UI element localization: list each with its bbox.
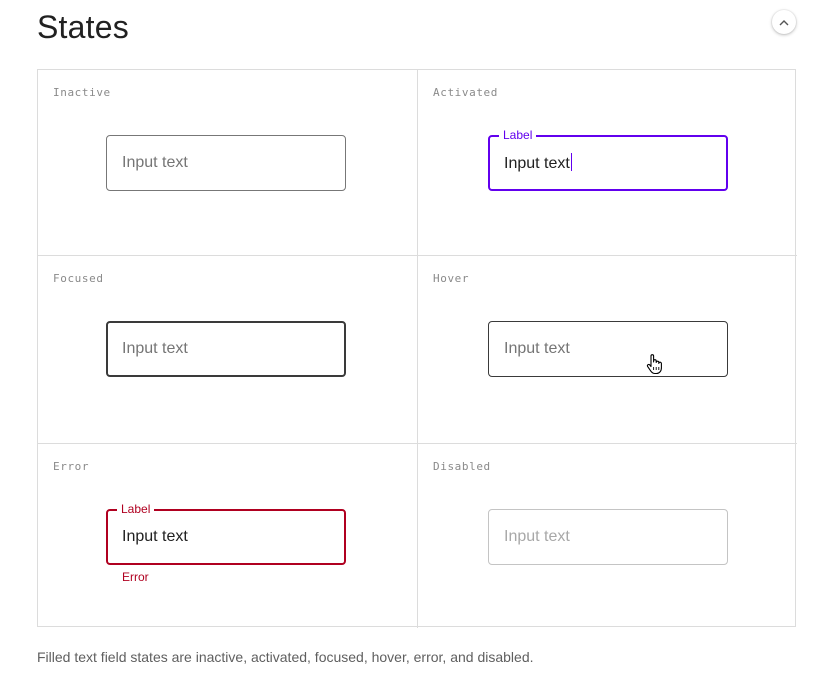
text-field-focused[interactable]: Input text [106,321,346,377]
hand-pointer-icon [646,354,662,375]
state-label: Disabled [433,460,491,473]
chevron-up-icon [779,19,789,25]
text-field-disabled: Input text [488,509,728,565]
figure-caption: Filled text field states are inactive, a… [37,649,534,665]
section-title: States [37,9,129,45]
text-field-hover[interactable]: Input text [488,321,728,377]
field-value: Input text [504,155,570,172]
field-value-wrapper: Input text [504,153,572,174]
state-label: Activated [433,86,499,99]
state-cell-activated: Activated Label Input text [418,70,797,256]
state-label: Inactive [53,86,111,99]
error-helper-text: Error [122,570,149,584]
states-grid: Inactive Input text Activated Label Inpu… [37,69,797,628]
field-value: Input text [122,528,188,545]
text-field-inactive[interactable]: Input text [106,135,346,191]
field-value: Input text [122,340,188,357]
state-label: Focused [53,272,104,285]
state-cell-hover: Hover Input text [418,256,797,444]
state-cell-error: Error Label Input text Error [38,444,418,628]
field-label: Label [499,127,537,143]
field-value: Input text [122,154,188,171]
field-value: Input text [504,528,570,545]
state-cell-inactive: Inactive Input text [38,70,418,256]
state-label: Hover [433,272,470,285]
field-value: Input text [504,340,570,357]
state-cell-disabled: Disabled Input text [418,444,797,628]
state-label: Error [53,460,90,473]
text-field-activated[interactable]: Label Input text [488,127,728,191]
collapse-button[interactable] [772,10,796,34]
text-cursor [570,153,572,171]
field-label: Label [117,501,155,517]
state-cell-focused: Focused Input text [38,256,418,444]
text-field-error[interactable]: Label Input text [106,501,346,565]
